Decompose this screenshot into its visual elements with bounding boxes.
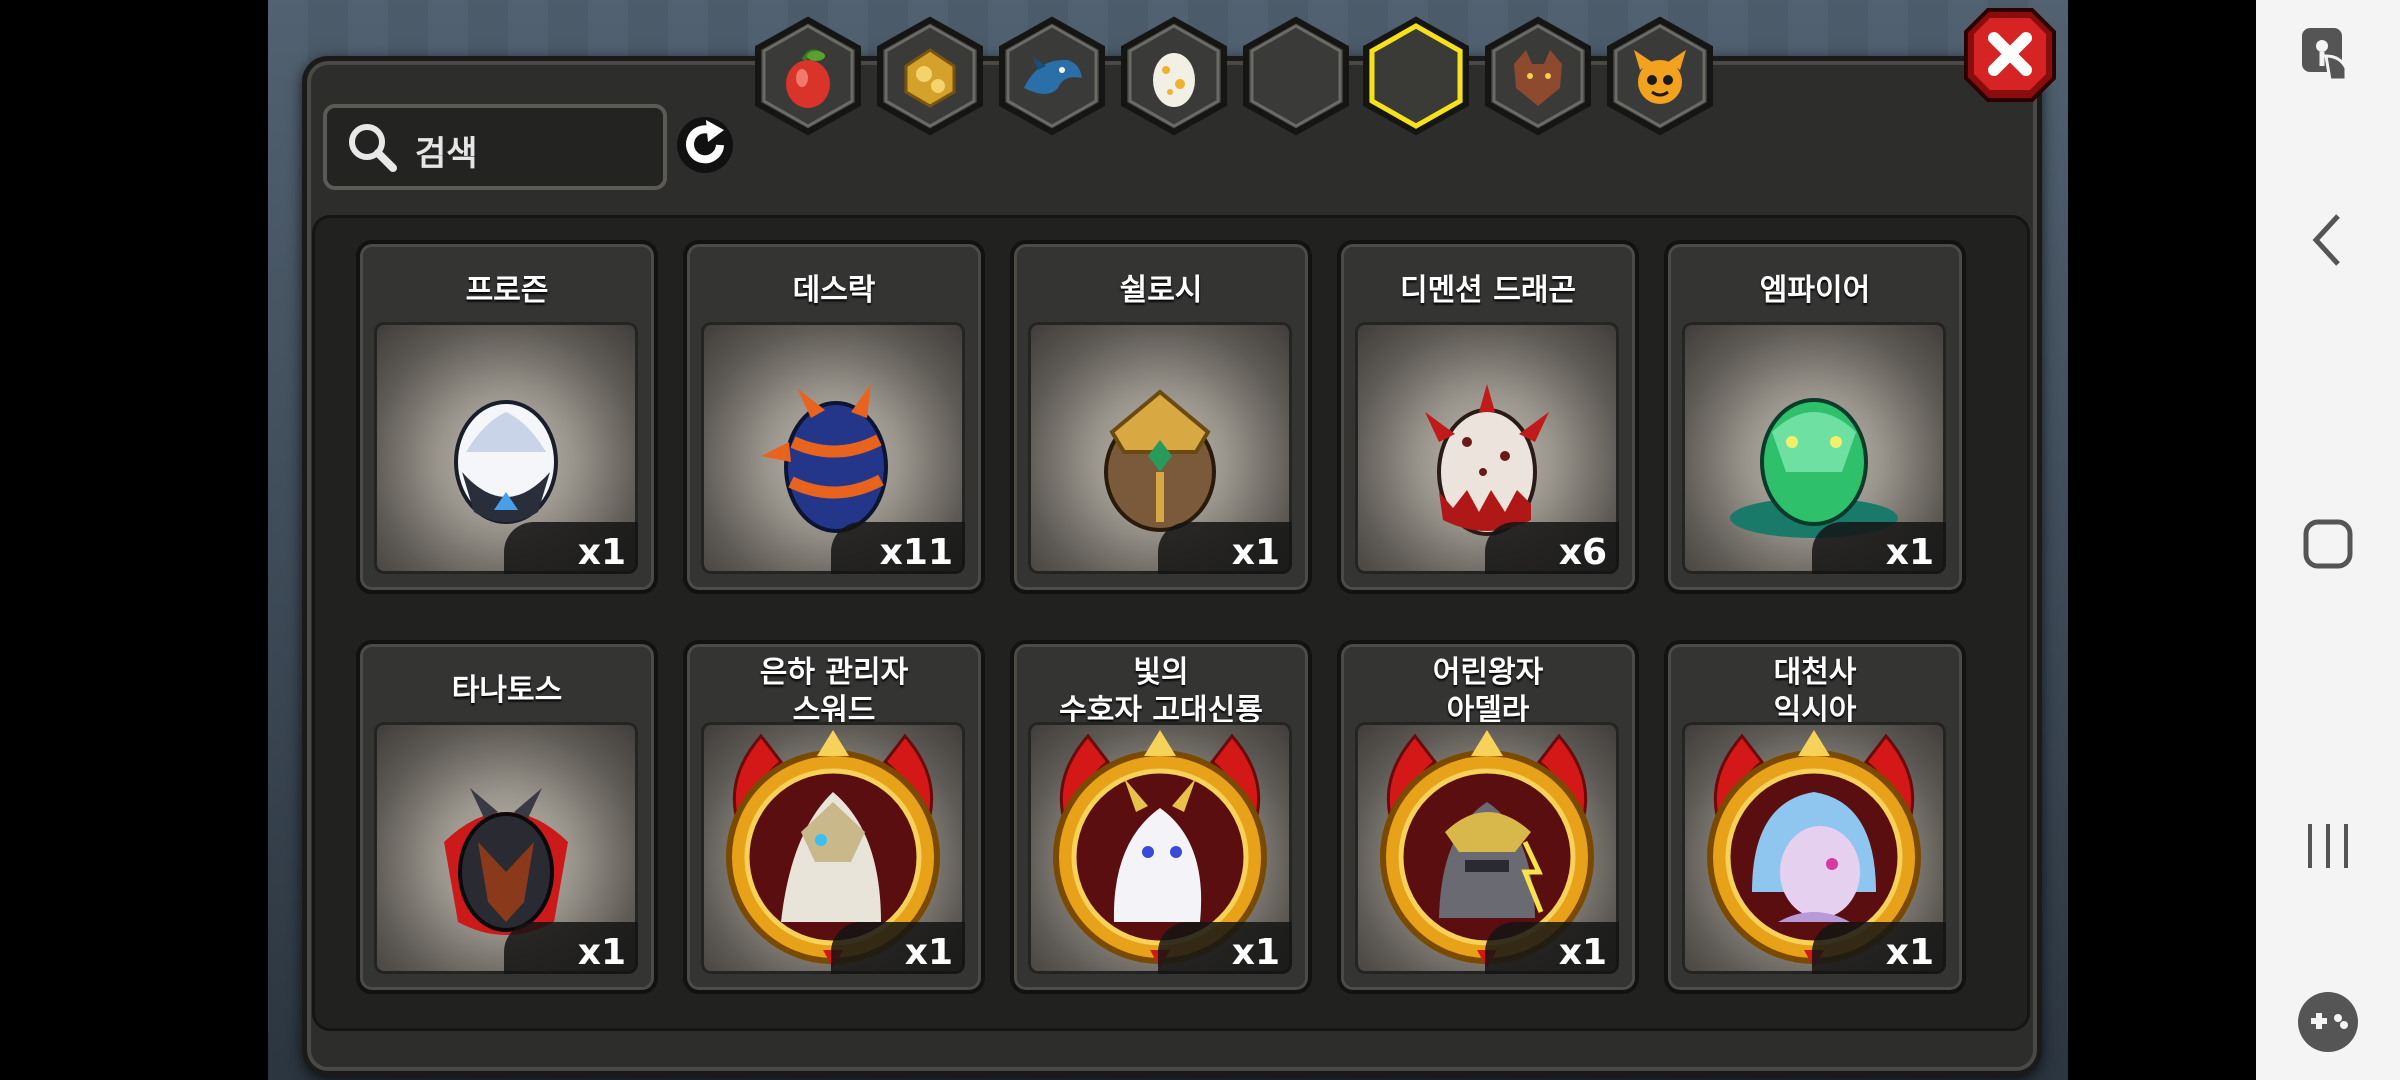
item-image: x1 xyxy=(1028,322,1292,574)
quantity-badge: x1 xyxy=(831,922,965,974)
tab-etc-tab[interactable] xyxy=(1238,16,1354,136)
refresh-icon[interactable] xyxy=(674,114,736,176)
item-card[interactable]: 타나토스 x1 xyxy=(356,640,658,994)
quantity-badge: x1 xyxy=(504,922,638,974)
quantity-badge: x1 xyxy=(504,522,638,574)
item-name: 대천사 익시아 xyxy=(1773,655,1857,728)
tab-dragon-head-tab[interactable] xyxy=(994,16,1110,136)
back-button[interactable] xyxy=(2256,208,2400,272)
quantity-badge: x11 xyxy=(831,522,965,574)
quantity-label: x1 xyxy=(1231,932,1280,973)
item-card[interactable]: 어린왕자 아델라 x1 xyxy=(1337,640,1639,994)
item-image: x11 xyxy=(701,322,965,574)
item-card[interactable]: 은하 관리자 스워드 x1 xyxy=(683,640,985,994)
item-card[interactable]: 빛의 수호자 고대신룡 x1 xyxy=(1010,640,1312,994)
tab-wolf-tab[interactable] xyxy=(1480,16,1596,136)
item-image: x1 xyxy=(1682,722,1946,974)
quantity-badge: x1 xyxy=(1812,522,1946,574)
item-image: x1 xyxy=(1355,722,1619,974)
item-name: 엠파이어 xyxy=(1759,273,1871,308)
quantity-label: x1 xyxy=(1558,932,1607,973)
system-navigation-bar xyxy=(2256,0,2400,1080)
item-image: x1 xyxy=(701,722,965,974)
egg-icon xyxy=(1153,53,1195,107)
quantity-label: x1 xyxy=(1231,532,1280,573)
item-card[interactable]: 쉴로시 x1 xyxy=(1010,240,1312,594)
fruit-icon xyxy=(786,49,830,108)
item-image: x1 xyxy=(1682,322,1946,574)
item-card[interactable]: 데스락 x11 xyxy=(683,240,985,594)
home-icon xyxy=(2303,519,2353,569)
item-image: x1 xyxy=(1028,722,1292,974)
quantity-label: x1 xyxy=(1885,932,1934,973)
monster-icon xyxy=(1634,50,1686,104)
item-name: 어린왕자 아델라 xyxy=(1432,655,1544,728)
quantity-badge: x1 xyxy=(1158,522,1292,574)
close-button[interactable] xyxy=(1962,6,2058,104)
recents-icon xyxy=(2308,824,2348,868)
item-name: 데스락 xyxy=(792,273,876,308)
touch-lock-icon xyxy=(2302,28,2348,82)
back-icon xyxy=(2312,214,2340,266)
quantity-label: x1 xyxy=(577,932,626,973)
dragon-head-icon xyxy=(1024,56,1082,94)
quantity-badge: x6 xyxy=(1485,522,1619,574)
item-name: 쉴로시 xyxy=(1119,273,1203,308)
quantity-badge: x1 xyxy=(1158,922,1292,974)
quantity-badge: x1 xyxy=(1812,922,1946,974)
item-name: 타나토스 xyxy=(451,673,563,708)
quantity-label: x1 xyxy=(1885,532,1934,573)
tab-code-tab[interactable] xyxy=(1358,16,1474,136)
tab-egg-tab[interactable] xyxy=(1116,16,1232,136)
tab-monster-tab[interactable] xyxy=(1602,16,1718,136)
recents-button[interactable] xyxy=(2256,814,2400,878)
tab-fruit-tab[interactable] xyxy=(750,16,866,136)
item-card[interactable]: 프로즌 x1 xyxy=(356,240,658,594)
item-name: 프로즌 xyxy=(465,273,549,308)
wolf-icon xyxy=(1514,50,1562,106)
quantity-badge: x1 xyxy=(1485,922,1619,974)
tab-gold-tab[interactable] xyxy=(872,16,988,136)
item-card[interactable]: 대천사 익시아 x1 xyxy=(1664,640,1966,994)
item-name: 디멘션 드래곤 xyxy=(1399,273,1577,308)
item-image: x1 xyxy=(374,722,638,974)
item-name: 빛의 수호자 고대신룡 xyxy=(1059,655,1263,728)
search-input[interactable]: 검색 xyxy=(415,126,478,175)
quantity-label: x6 xyxy=(1558,532,1607,573)
quantity-label: x1 xyxy=(904,932,953,973)
quantity-label: x11 xyxy=(879,532,953,573)
item-image: x6 xyxy=(1355,322,1619,574)
home-button[interactable] xyxy=(2256,512,2400,576)
item-card[interactable]: 디멘션 드래곤 x6 xyxy=(1337,240,1639,594)
search-icon xyxy=(349,124,397,172)
quantity-label: x1 xyxy=(577,532,626,573)
gold-icon xyxy=(904,48,956,108)
gamepad-icon xyxy=(2298,992,2358,1052)
game-tools-button[interactable] xyxy=(2256,990,2400,1054)
item-image: x1 xyxy=(374,322,638,574)
item-card[interactable]: 엠파이어 x1 xyxy=(1664,240,1966,594)
screen-touch-lock-button[interactable] xyxy=(2256,22,2400,86)
search-box[interactable]: 검색 xyxy=(323,104,667,190)
item-name: 은하 관리자 스워드 xyxy=(759,655,909,728)
